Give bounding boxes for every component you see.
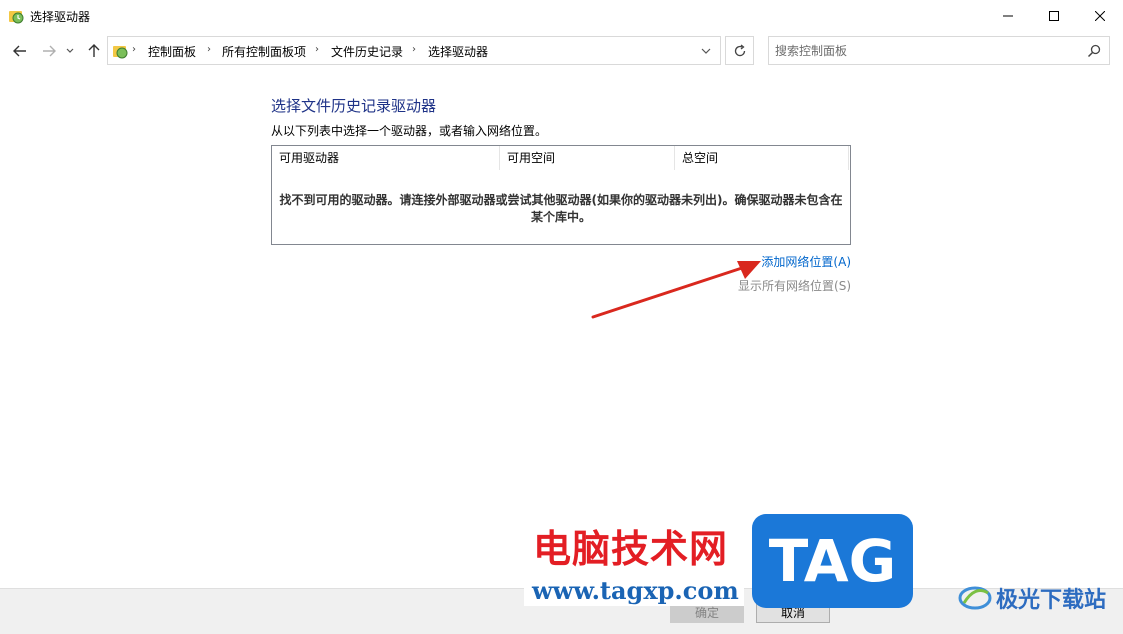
- arrow-up-icon: [88, 44, 100, 57]
- breadcrumb-control-panel[interactable]: 控制面板: [148, 43, 196, 60]
- forward-button[interactable]: [38, 40, 60, 62]
- maximize-button[interactable]: [1031, 0, 1077, 31]
- arrow-right-icon: [43, 45, 56, 57]
- back-button[interactable]: [9, 40, 31, 62]
- watermark-site2-text: 极光下载站: [996, 588, 1107, 613]
- refresh-icon: [734, 43, 745, 56]
- file-history-icon: [9, 11, 24, 24]
- column-header-total-space[interactable]: 总空间: [675, 146, 849, 170]
- chevron-down-icon: [66, 48, 74, 53]
- breadcrumb-file-history[interactable]: 文件历史记录: [331, 43, 403, 60]
- breadcrumb-select-drive[interactable]: 选择驱动器: [428, 43, 488, 60]
- window-title: 选择驱动器: [30, 10, 91, 24]
- annotation-arrow: [591, 261, 761, 319]
- column-header-drive[interactable]: 可用驱动器: [272, 146, 500, 170]
- watermark-site2: 极光下载站: [958, 582, 1106, 614]
- arrow-left-icon: [13, 45, 26, 57]
- drive-list[interactable]: 可用驱动器 可用空间 总空间 找不到可用的驱动器。请连接外部驱动器或尝试其他驱动…: [271, 145, 851, 245]
- search-box[interactable]: [768, 36, 1110, 65]
- column-header-free-space[interactable]: 可用空间: [500, 146, 675, 170]
- search-icon: [1087, 44, 1101, 58]
- up-button[interactable]: [83, 40, 105, 62]
- chevron-down-icon: [701, 48, 711, 54]
- refresh-button[interactable]: [725, 36, 754, 65]
- maximize-icon: [1049, 10, 1059, 21]
- address-bar[interactable]: › 控制面板 › 所有控制面板项 › 文件历史记录 › 选择驱动器: [107, 36, 721, 65]
- close-icon: [1095, 10, 1105, 21]
- watermark-tag-logo: TAG: [752, 514, 913, 608]
- chevron-right-icon: ›: [132, 44, 136, 55]
- chevron-right-icon: ›: [315, 44, 319, 55]
- chevron-right-icon: ›: [412, 44, 416, 55]
- watermark-url: www.tagxp.com: [524, 576, 744, 606]
- control-panel-icon: [113, 46, 128, 59]
- page-heading: 选择文件历史记录驱动器: [271, 97, 437, 115]
- minimize-icon: [1003, 15, 1013, 16]
- chevron-right-icon: ›: [207, 44, 211, 55]
- close-button[interactable]: [1077, 0, 1123, 31]
- instruction-text: 从以下列表中选择一个驱动器，或者输入网络位置。: [271, 124, 548, 138]
- aurora-logo-icon: [958, 586, 992, 610]
- empty-list-message: 找不到可用的驱动器。请连接外部驱动器或尝试其他驱动器(如果你的驱动器未列出)。确…: [279, 193, 843, 224]
- title-bar: [0, 0, 1123, 32]
- search-input[interactable]: [775, 41, 1075, 60]
- minimize-button[interactable]: [985, 0, 1031, 31]
- breadcrumb-all-items[interactable]: 所有控制面板项: [222, 43, 306, 60]
- address-dropdown-button[interactable]: [693, 37, 719, 64]
- watermark-site-name: 电脑技术网: [533, 527, 729, 571]
- recent-locations-button[interactable]: [63, 40, 77, 62]
